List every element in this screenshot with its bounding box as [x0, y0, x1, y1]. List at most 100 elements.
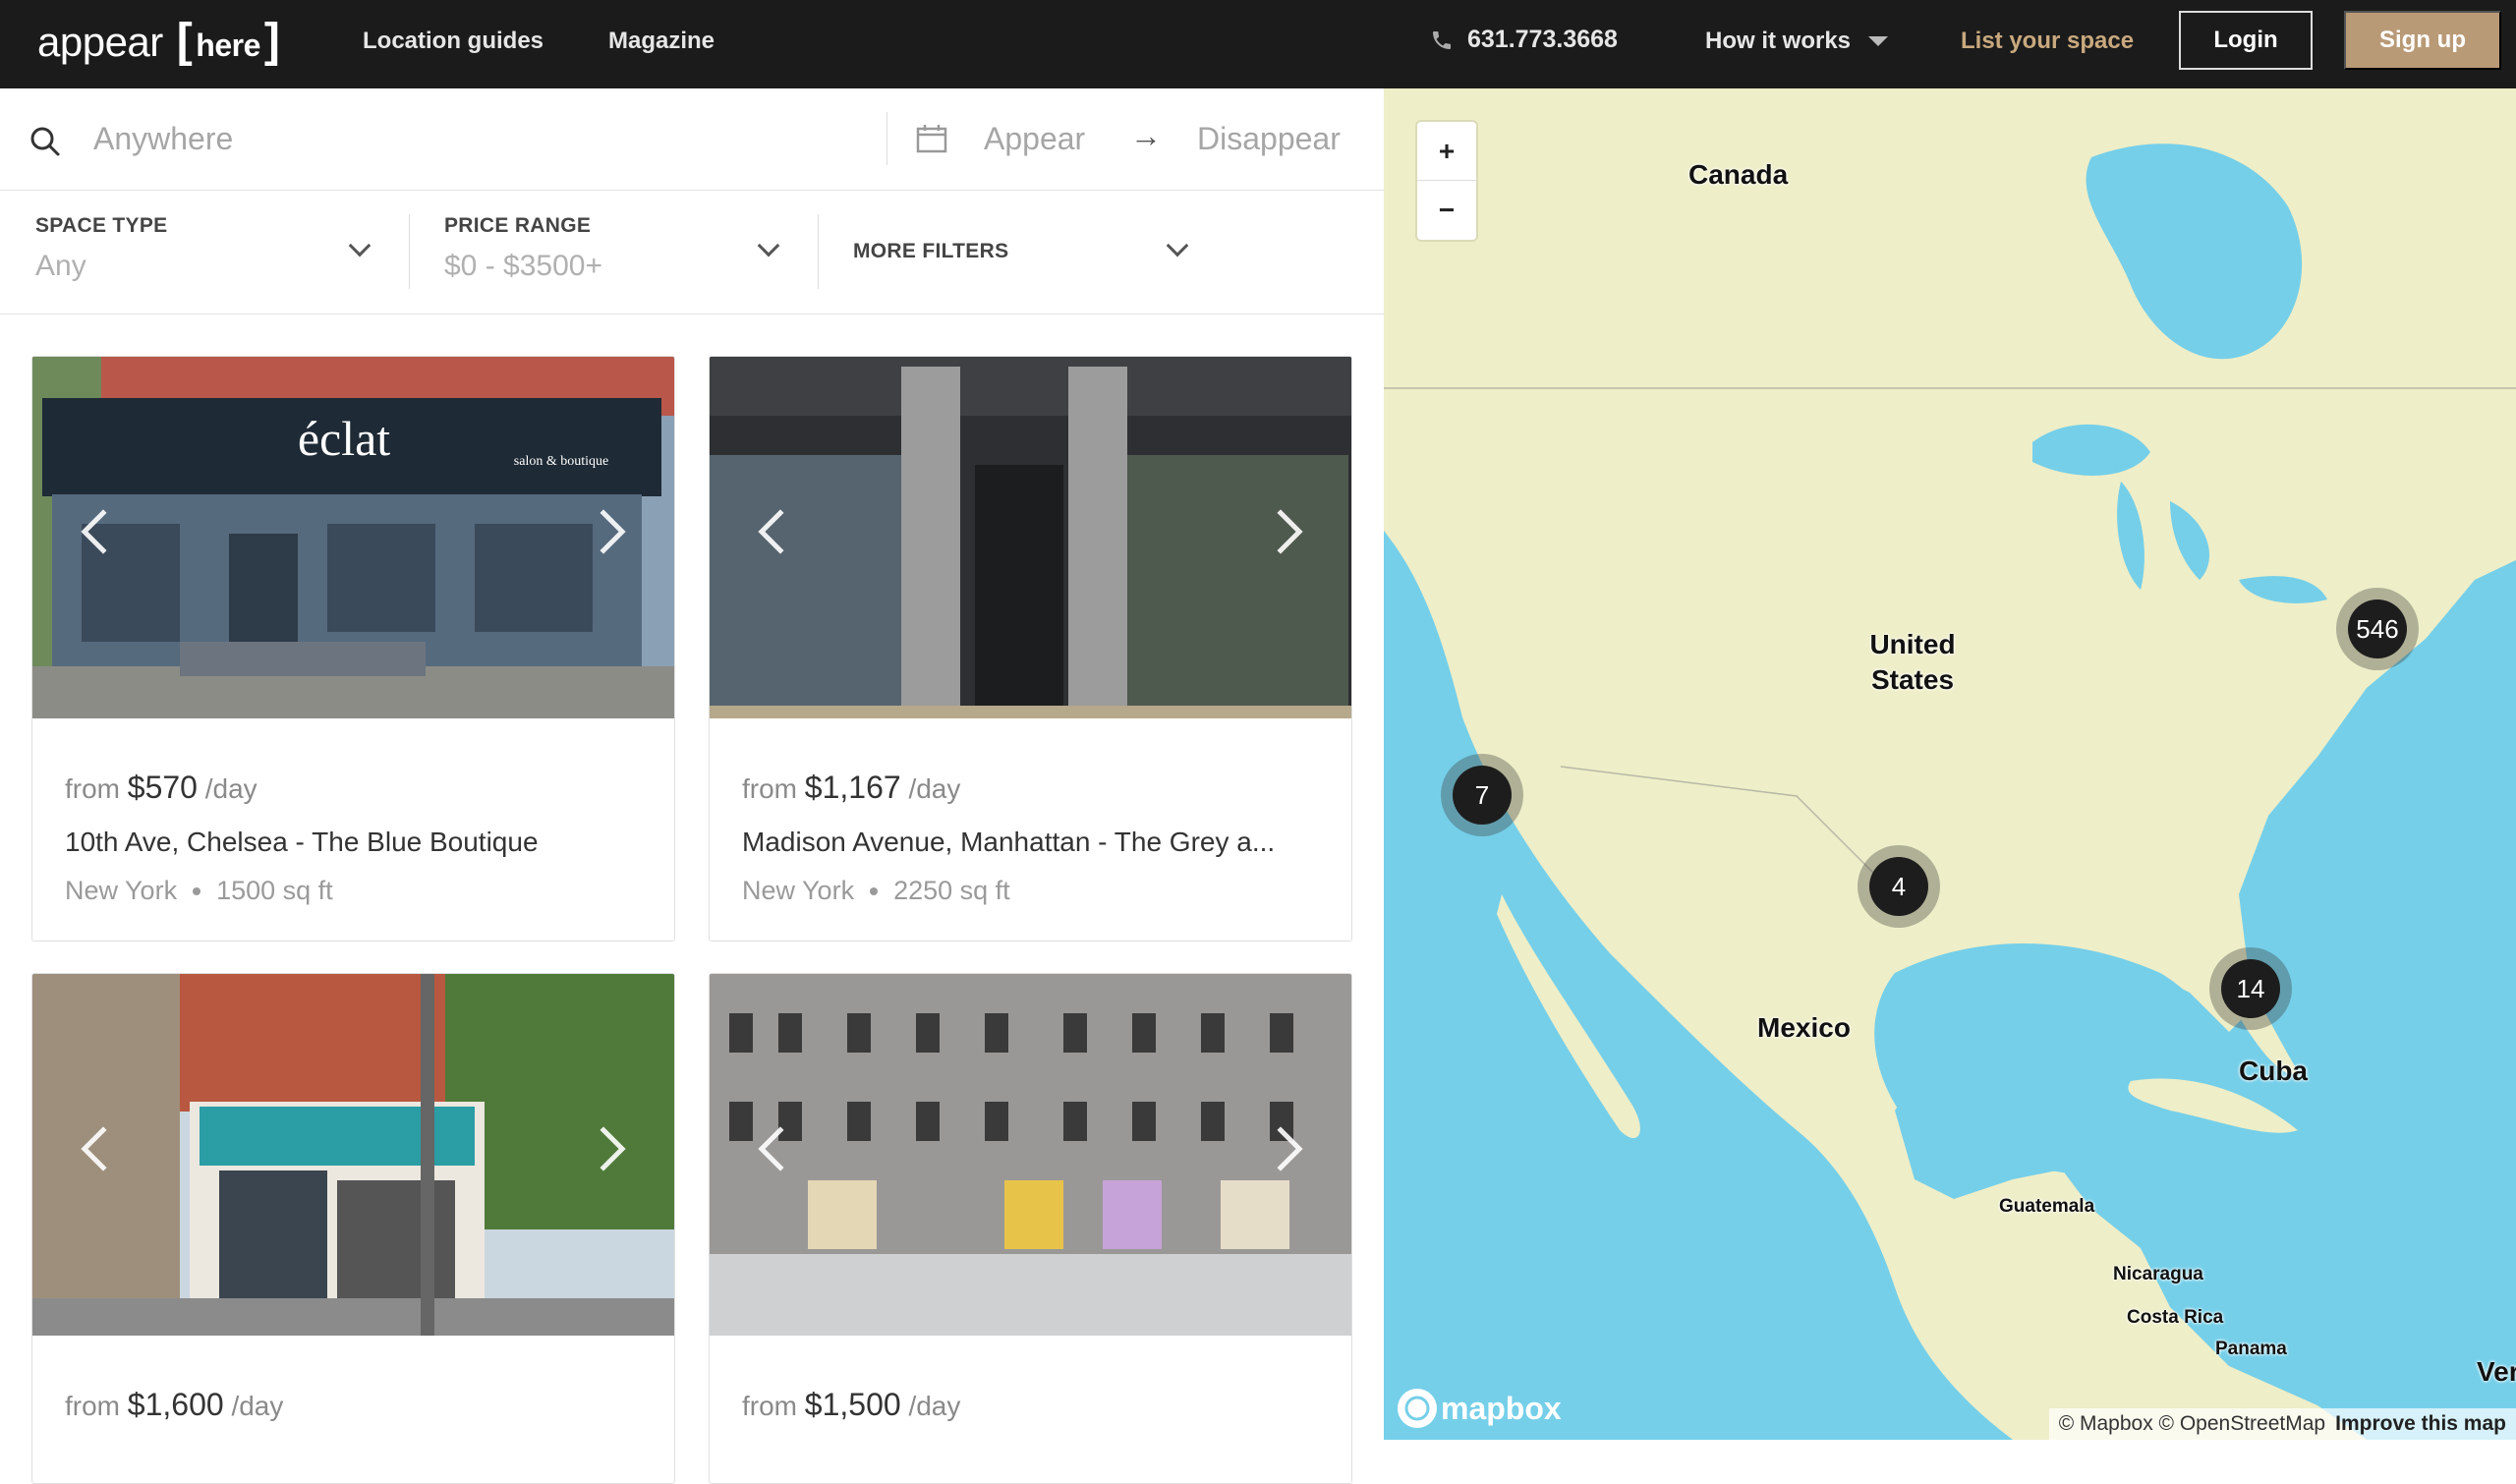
listing-card[interactable]: from $1,600 /day — [31, 973, 675, 1484]
price-from-label: from — [65, 1391, 120, 1421]
storefront-sign-text: éclat — [298, 411, 390, 466]
map-label-united: United — [1869, 629, 1956, 659]
price-range-filter[interactable]: PRICE RANGE $0 - $3500+ — [409, 191, 818, 314]
attribution-text[interactable]: © Mapbox © OpenStreetMap — [2059, 1412, 2325, 1436]
appear-here-logo[interactable]: appear [ here ] — [37, 14, 283, 68]
how-it-works-dropdown[interactable]: How it works — [1705, 28, 1889, 55]
price-from-label: from — [742, 773, 797, 804]
cluster-count: 4 — [1869, 857, 1928, 916]
map-label-cuba: Cuba — [2239, 1056, 2308, 1086]
listing-card[interactable]: from $1,500 /day — [709, 973, 1352, 1484]
listing-meta: New York 1500 sq ft — [65, 876, 333, 906]
listing-size: 1500 sq ft — [216, 876, 333, 905]
zoom-controls: + − — [1417, 122, 1476, 240]
listing-photo[interactable] — [32, 974, 674, 1336]
listing-image-granite-building — [710, 974, 1351, 1336]
search-icon — [30, 127, 60, 156]
phone-icon — [1433, 30, 1451, 49]
chevron-down-icon — [348, 234, 372, 257]
listing-card[interactable]: éclat salon & boutique from $570 /day 10… — [31, 356, 675, 942]
listing-size: 2250 sq ft — [893, 876, 1010, 905]
calendar-icon[interactable] — [916, 124, 947, 153]
nav-magazine[interactable]: Magazine — [608, 28, 715, 55]
more-filters-button[interactable]: MORE FILTERS — [818, 191, 1227, 314]
listing-price: from $1,500 /day — [742, 1387, 960, 1423]
separator-dot — [193, 886, 201, 895]
disappear-date-field[interactable]: Disappear — [1197, 121, 1341, 157]
more-filters-label: MORE FILTERS — [853, 240, 1009, 262]
space-type-filter[interactable]: SPACE TYPE Any — [0, 191, 408, 314]
listing-meta: New York 2250 sq ft — [742, 876, 1010, 906]
how-it-works-label: How it works — [1705, 28, 1852, 54]
zoom-in-button[interactable]: + — [1417, 122, 1476, 181]
listing-title[interactable]: 10th Ave, Chelsea - The Blue Boutique — [65, 827, 645, 858]
price-unit: /day — [204, 773, 257, 804]
price-amount: $1,600 — [127, 1387, 224, 1422]
map-label-canada: Canada — [1688, 159, 1789, 190]
chevron-down-icon — [757, 234, 780, 257]
mapbox-icon — [1398, 1389, 1437, 1428]
price-amount: $570 — [127, 770, 198, 805]
caret-down-icon — [1868, 36, 1889, 46]
mapbox-wordmark: mapbox — [1441, 1390, 1562, 1426]
login-button[interactable]: Login — [2179, 11, 2313, 70]
cluster-count: 7 — [1453, 766, 1512, 825]
price-amount: $1,500 — [804, 1387, 901, 1422]
map-label-panama: Panama — [2215, 1339, 2287, 1359]
listing-image-blue-boutique: éclat salon & boutique — [32, 357, 674, 718]
filter-bar: SPACE TYPE Any PRICE RANGE $0 - $3500+ M… — [0, 191, 1384, 314]
list-your-space-link[interactable]: List your space — [1961, 28, 2134, 55]
listing-photo[interactable]: éclat salon & boutique — [32, 357, 674, 718]
space-type-label: SPACE TYPE — [35, 214, 168, 237]
listing-price: from $1,167 /day — [742, 770, 960, 806]
appear-date-field[interactable]: Appear — [984, 121, 1085, 157]
price-unit: /day — [231, 1391, 284, 1421]
logo-bracket-open: [ — [176, 15, 193, 67]
price-unit: /day — [908, 1391, 961, 1421]
price-from-label: from — [65, 773, 120, 804]
map-cluster-marker[interactable]: 7 — [1441, 754, 1523, 836]
listing-card[interactable]: from $1,167 /day Madison Avenue, Manhatt… — [709, 356, 1352, 942]
zoom-out-button[interactable]: − — [1417, 181, 1476, 240]
listing-photo[interactable] — [710, 974, 1351, 1336]
logo-wordmark: appear — [37, 19, 163, 65]
divider — [886, 112, 887, 165]
logo-bracket-close: ] — [263, 15, 280, 67]
cluster-count: 546 — [2348, 599, 2407, 658]
listing-photo[interactable] — [710, 357, 1351, 718]
logo-here: here — [196, 28, 260, 63]
map-label-nicaragua: Nicaragua — [2113, 1264, 2203, 1284]
map-label-guatemala: Guatemala — [1999, 1196, 2095, 1217]
map-cluster-marker[interactable]: 4 — [1858, 845, 1940, 928]
map-cluster-marker[interactable]: 14 — [2209, 947, 2292, 1030]
cluster-count: 14 — [2221, 959, 2280, 1018]
improve-map-link[interactable]: Improve this map — [2335, 1412, 2506, 1436]
listing-city: New York — [65, 876, 178, 905]
listing-city: New York — [742, 876, 855, 905]
map-label-united-states: United States — [1854, 627, 1972, 698]
space-type-value: Any — [35, 250, 86, 282]
chevron-down-icon — [1166, 234, 1189, 257]
separator-dot — [870, 886, 879, 895]
top-navigation-bar: appear [ here ] Location guides Magazine… — [0, 0, 2516, 88]
map-label-mexico: Mexico — [1757, 1012, 1851, 1043]
signup-button[interactable]: Sign up — [2344, 11, 2501, 70]
phone-link[interactable]: 631.773.3668 — [1430, 26, 1618, 54]
listing-image-colorful-storefront — [32, 974, 674, 1336]
map-cluster-marker[interactable]: 546 — [2336, 588, 2419, 670]
map-label-costa-rica: Costa Rica — [2127, 1307, 2224, 1328]
listing-price: from $1,600 /day — [65, 1387, 283, 1423]
listings-map[interactable]: + − Canada United States Mexico Cuba Gua… — [1384, 88, 2516, 1440]
price-from-label: from — [742, 1391, 797, 1421]
location-search-input[interactable] — [93, 116, 860, 161]
listing-price: from $570 /day — [65, 770, 257, 806]
nav-location-guides[interactable]: Location guides — [363, 28, 543, 55]
map-land-shapes — [1384, 88, 2516, 1440]
listing-title[interactable]: Madison Avenue, Manhattan - The Grey a..… — [742, 827, 1322, 858]
mapbox-logo[interactable]: mapbox — [1398, 1389, 1562, 1428]
search-bar: Appear → Disappear — [0, 88, 1384, 191]
price-range-label: PRICE RANGE — [444, 214, 592, 237]
listing-image-grey-storefront — [710, 357, 1351, 718]
listings-panel: Appear → Disappear SPACE TYPE Any PRICE … — [0, 88, 1384, 1484]
storefront-sign-subtext: salon & boutique — [514, 454, 608, 469]
